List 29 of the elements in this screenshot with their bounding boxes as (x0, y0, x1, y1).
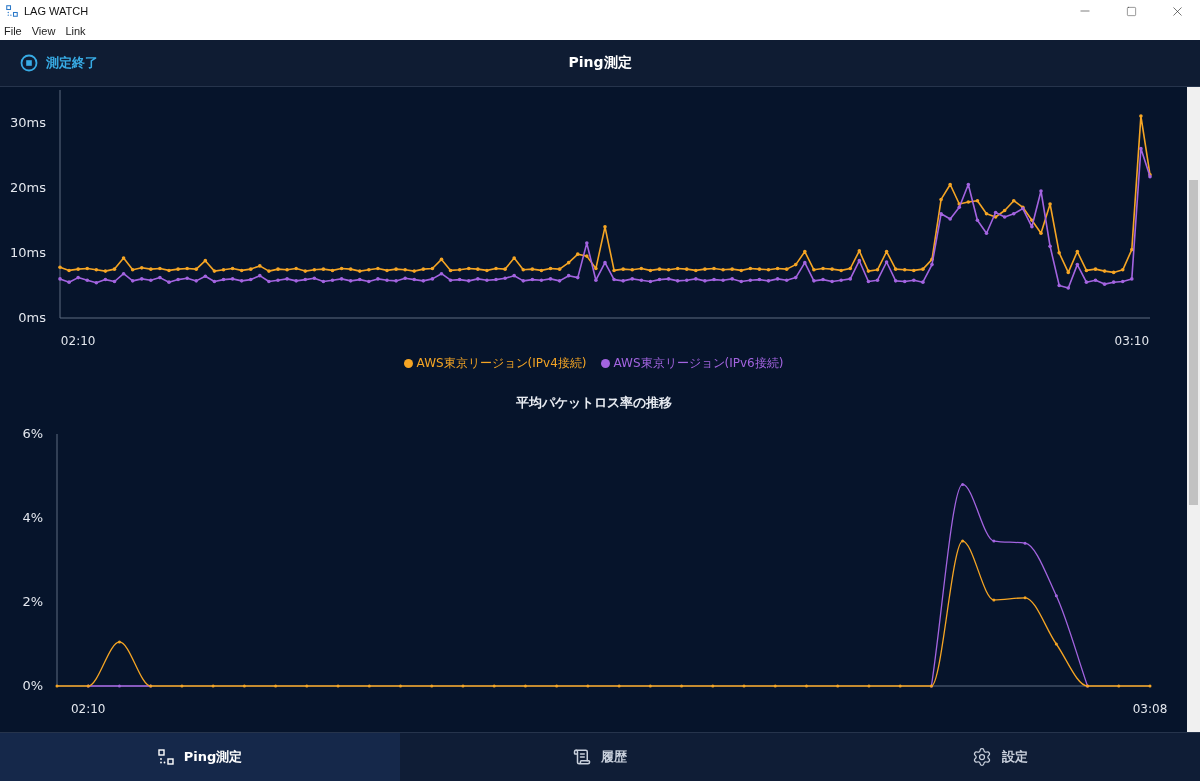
x-tick-label: 02:10 (60, 334, 96, 348)
y-tick-label: 20ms (10, 179, 46, 195)
stop-icon (20, 54, 38, 72)
menu-item[interactable]: View (31, 25, 56, 37)
document-icon (573, 748, 591, 766)
page-title: Ping測定 (568, 54, 632, 72)
y-tick-label: 0ms (18, 310, 46, 325)
stop-measurement-button[interactable]: 測定終了 (20, 54, 98, 72)
y-tick-label: 6% (22, 426, 43, 441)
settings-icon (972, 747, 992, 767)
y-tick-label: 2% (22, 594, 43, 609)
network-nodes-icon (157, 749, 174, 765)
menu-item[interactable]: Link (65, 25, 86, 37)
y-tick-label: 30ms (10, 114, 46, 130)
legend-label: AWS東京リージョン(IPv4接続) (416, 355, 587, 372)
y-tick-label: 4% (22, 510, 43, 525)
chart-title: 平均パケットロス率の推移 (515, 394, 672, 412)
x-tick-label: 02:10 (70, 702, 106, 716)
nav-tab[interactable]: Ping測定 (0, 733, 400, 781)
window-title: LAG WATCH (24, 5, 90, 17)
menu-item[interactable]: File (4, 25, 22, 37)
y-tick-label: 10ms (10, 244, 46, 260)
legend-label: AWS東京リージョン(IPv6接続) (613, 355, 784, 372)
maximize-icon (1125, 5, 1137, 17)
y-tick-label: 0% (22, 678, 43, 693)
app-logo-icon (6, 5, 18, 17)
x-tick-label: 03:10 (1114, 334, 1150, 348)
scrollbar[interactable] (1187, 87, 1200, 732)
x-tick-label: 03:08 (1132, 702, 1168, 716)
